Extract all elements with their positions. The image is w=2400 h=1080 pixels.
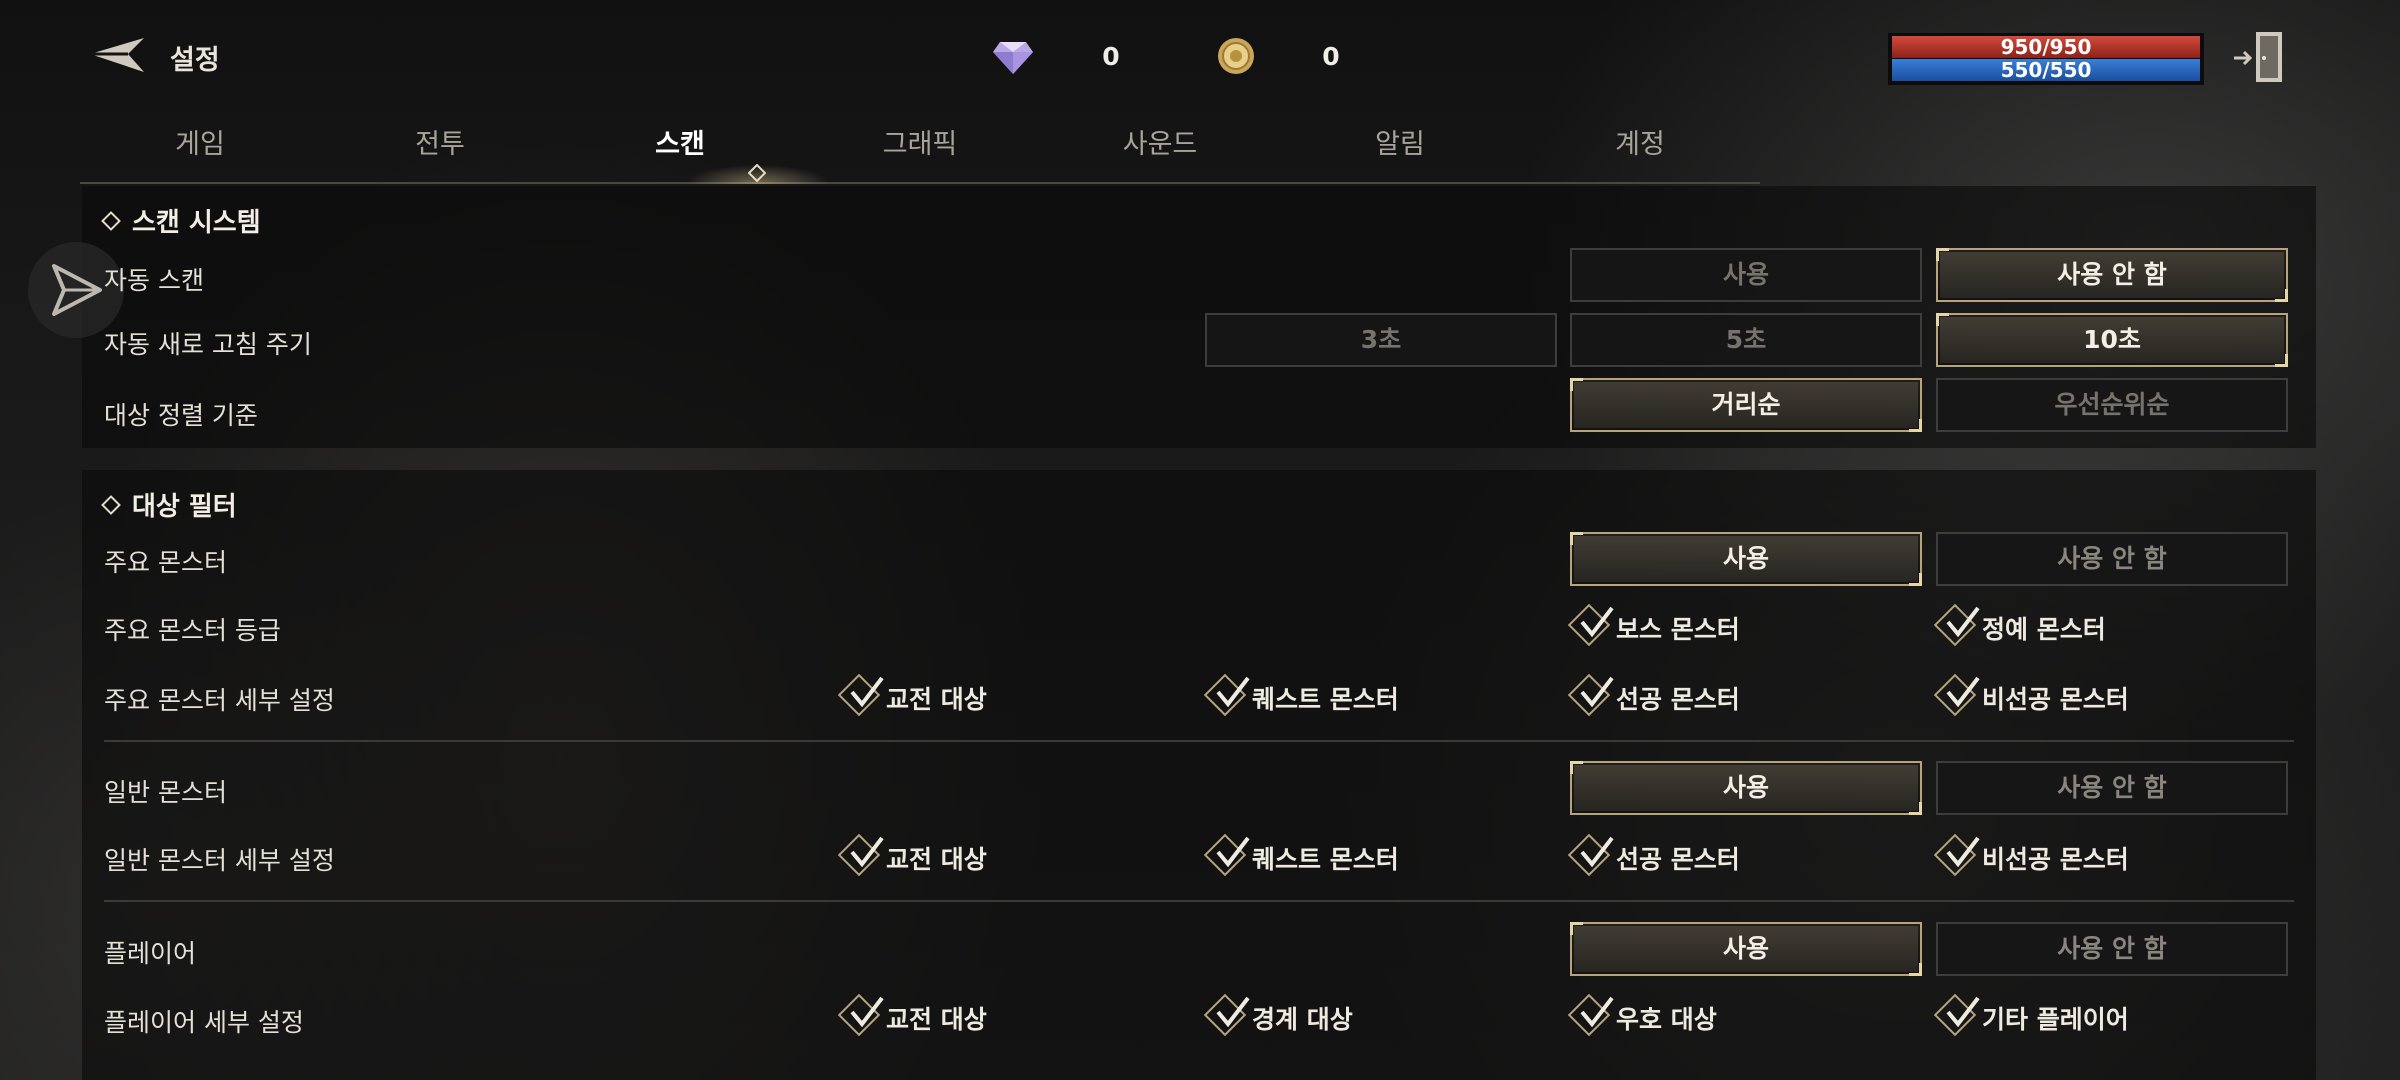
tab-graphics[interactable]: 그래픽 bbox=[820, 122, 1020, 161]
gold-coin-icon bbox=[1218, 38, 1254, 74]
check-normal-aggressive-monster[interactable]: 선공 몬스터 bbox=[1567, 833, 1828, 877]
check-elite-monster[interactable]: 정예 몬스터 bbox=[1933, 603, 2194, 647]
check-main-engaged-target[interactable]: 교전 대상 bbox=[837, 673, 1098, 717]
settings-tabs: 게임 전투 스캔 그래픽 사운드 알림 계정 bbox=[80, 118, 1760, 184]
check-normal-quest-monster[interactable]: 퀘스트 몬스터 bbox=[1203, 833, 1464, 877]
checkmark-icon bbox=[1216, 996, 1250, 1028]
hp-mp-bars: 950/950 550/550 bbox=[1888, 33, 2204, 85]
check-normal-engaged-target[interactable]: 교전 대상 bbox=[837, 833, 1098, 877]
check-label: 교전 대상 bbox=[886, 1005, 987, 1034]
diamond-bullet-icon bbox=[101, 210, 121, 231]
normal-monster-label: 일반 몬스터 bbox=[104, 778, 227, 807]
tab-combat[interactable]: 전투 bbox=[340, 122, 540, 161]
section-divider bbox=[104, 740, 2294, 742]
section-divider bbox=[104, 900, 2294, 902]
auto-scan-on-button[interactable]: 사용 bbox=[1570, 248, 1922, 302]
gold-count: 0 bbox=[1322, 42, 1340, 71]
checkmark-icon bbox=[1216, 676, 1250, 708]
main-monster-on-button[interactable]: 사용 bbox=[1570, 532, 1922, 586]
hp-text: 950/950 bbox=[2000, 35, 2092, 59]
normal-monster-off-button[interactable]: 사용 안 함 bbox=[1936, 761, 2288, 815]
refresh-interval-label: 자동 새로 고침 주기 bbox=[104, 330, 312, 359]
check-main-passive-monster[interactable]: 비선공 몬스터 bbox=[1933, 673, 2194, 717]
back-arrow-icon[interactable] bbox=[88, 34, 152, 76]
refresh-10s-button[interactable]: 10초 bbox=[1936, 313, 2288, 367]
check-player-caution-target[interactable]: 경계 대상 bbox=[1203, 993, 1464, 1037]
check-player-other[interactable]: 기타 플레이어 bbox=[1933, 993, 2194, 1037]
mp-bar: 550/550 bbox=[1892, 59, 2200, 81]
normal-monster-detail-label: 일반 몬스터 세부 설정 bbox=[104, 846, 335, 875]
tab-account[interactable]: 계정 bbox=[1540, 122, 1740, 161]
mp-text: 550/550 bbox=[2000, 58, 2092, 82]
gem-count: 0 bbox=[1102, 42, 1120, 71]
check-label: 퀘스트 몬스터 bbox=[1252, 685, 1399, 714]
sort-priority-button[interactable]: 우선순위순 bbox=[1936, 378, 2288, 432]
check-label: 퀘스트 몬스터 bbox=[1252, 845, 1399, 874]
active-tab-marker-icon bbox=[748, 164, 766, 182]
normal-monster-on-button[interactable]: 사용 bbox=[1570, 761, 1922, 815]
section-title-text: 대상 필터 bbox=[132, 492, 237, 522]
check-main-aggressive-monster[interactable]: 선공 몬스터 bbox=[1567, 673, 1828, 717]
tab-notification[interactable]: 알림 bbox=[1300, 122, 1500, 161]
sort-distance-button[interactable]: 거리순 bbox=[1570, 378, 1922, 432]
main-monster-label: 주요 몬스터 bbox=[104, 548, 227, 577]
checkmark-icon bbox=[1946, 606, 1980, 638]
checkmark-icon bbox=[1580, 996, 1614, 1028]
page-title: 설정 bbox=[170, 45, 220, 76]
check-player-friendly-target[interactable]: 우호 대상 bbox=[1567, 993, 1828, 1037]
main-monster-grade-label: 주요 몬스터 등급 bbox=[104, 616, 281, 645]
auto-scan-off-button[interactable]: 사용 안 함 bbox=[1936, 248, 2288, 302]
tab-game[interactable]: 게임 bbox=[100, 122, 300, 161]
section-title-scan-system: 스캔 시스템 bbox=[101, 202, 261, 239]
check-label: 정예 몬스터 bbox=[1982, 615, 2106, 644]
refresh-3s-button[interactable]: 3초 bbox=[1205, 313, 1557, 367]
check-player-engaged-target[interactable]: 교전 대상 bbox=[837, 993, 1098, 1037]
checkmark-icon bbox=[1580, 676, 1614, 708]
section-title-text: 스캔 시스템 bbox=[132, 208, 261, 238]
diamond-bullet-icon bbox=[101, 494, 121, 515]
main-monster-off-button[interactable]: 사용 안 함 bbox=[1936, 532, 2288, 586]
sort-criteria-label: 대상 정렬 기준 bbox=[104, 401, 258, 430]
check-label: 경계 대상 bbox=[1252, 1005, 1353, 1034]
check-normal-passive-monster[interactable]: 비선공 몬스터 bbox=[1933, 833, 2194, 877]
checkmark-icon bbox=[850, 996, 884, 1028]
checkmark-icon bbox=[1580, 836, 1614, 868]
tab-sound[interactable]: 사운드 bbox=[1060, 122, 1260, 161]
section-title-target-filter: 대상 필터 bbox=[101, 486, 237, 523]
navigation-arrow-icon bbox=[52, 264, 102, 316]
checkmark-icon bbox=[1216, 836, 1250, 868]
tab-scan[interactable]: 스캔 bbox=[580, 122, 780, 161]
check-label: 교전 대상 bbox=[886, 685, 987, 714]
checkmark-icon bbox=[1946, 996, 1980, 1028]
checkmark-icon bbox=[1946, 676, 1980, 708]
check-label: 비선공 몬스터 bbox=[1982, 685, 2129, 714]
diamond-gem-icon bbox=[993, 42, 1033, 74]
check-boss-monster[interactable]: 보스 몬스터 bbox=[1567, 603, 1828, 647]
check-main-quest-monster[interactable]: 퀘스트 몬스터 bbox=[1203, 673, 1464, 717]
hp-bar: 950/950 bbox=[1892, 36, 2200, 58]
exit-door-icon[interactable] bbox=[2232, 28, 2288, 86]
player-detail-label: 플레이어 세부 설정 bbox=[104, 1008, 304, 1037]
check-label: 선공 몬스터 bbox=[1616, 845, 1740, 874]
player-off-button[interactable]: 사용 안 함 bbox=[1936, 922, 2288, 976]
player-on-button[interactable]: 사용 bbox=[1570, 922, 1922, 976]
player-label: 플레이어 bbox=[104, 939, 197, 968]
check-label: 선공 몬스터 bbox=[1616, 685, 1740, 714]
check-label: 기타 플레이어 bbox=[1982, 1005, 2129, 1034]
check-label: 보스 몬스터 bbox=[1616, 615, 1740, 644]
main-monster-detail-label: 주요 몬스터 세부 설정 bbox=[104, 686, 335, 715]
checkmark-icon bbox=[850, 836, 884, 868]
checkmark-icon bbox=[850, 676, 884, 708]
check-label: 교전 대상 bbox=[886, 845, 987, 874]
auto-scan-label: 자동 스캔 bbox=[104, 266, 204, 295]
checkmark-icon bbox=[1580, 606, 1614, 638]
checkmark-icon bbox=[1946, 836, 1980, 868]
check-label: 우호 대상 bbox=[1616, 1005, 1717, 1034]
check-label: 비선공 몬스터 bbox=[1982, 845, 2129, 874]
refresh-5s-button[interactable]: 5초 bbox=[1570, 313, 1922, 367]
